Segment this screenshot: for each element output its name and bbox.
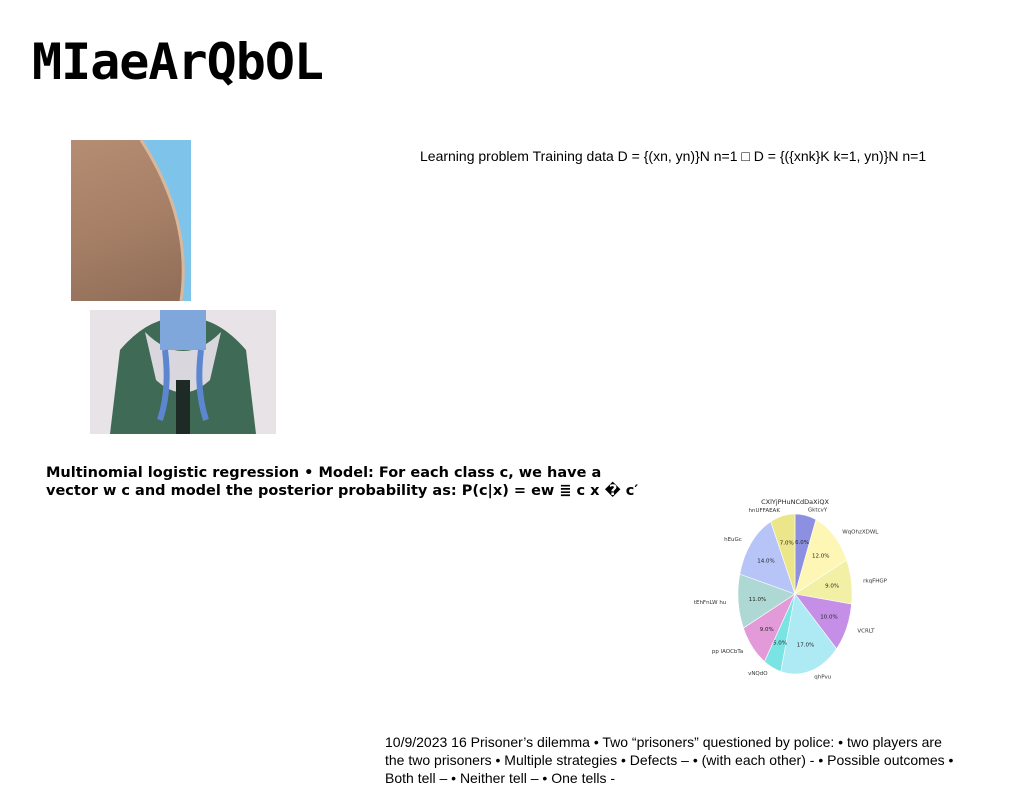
- pie-category-label: hEuGc: [724, 537, 742, 543]
- pie-category-label: qhPvu: [814, 675, 831, 681]
- pie-chart: CXlYjPHuNCdDaXiQX 6.0% GktcvY 12.0% WqOhzXDW…: [690, 494, 890, 684]
- pie-category-label: pp lAOCbTa: [712, 649, 743, 655]
- pie-category-label: hnUFFAEAK: [749, 508, 781, 514]
- pie-category-label: VCRLT: [857, 629, 875, 635]
- pie-pct-label: 12.0%: [812, 554, 829, 560]
- pie-pct-label: 11.0%: [749, 597, 766, 603]
- pie-pct-label: 6.0%: [795, 540, 809, 546]
- slide-title: MIaeArQbOL: [32, 33, 324, 91]
- pie-pct-label: 17.0%: [797, 643, 814, 649]
- pie-category-label: WqOhzXDWL: [842, 529, 879, 535]
- pie-category-label: rkqFHGP: [863, 579, 887, 585]
- photo-wall-art: [139, 140, 191, 301]
- photo-building-wall: [71, 140, 191, 301]
- training-data-text: Learning problem Training data D = {(xn,…: [420, 148, 927, 164]
- logistic-regression-text: Multinomial logistic regression • Model:…: [46, 465, 639, 499]
- prisoners-dilemma-text: 10/9/2023 16 Prisoner’s dilemma • Two “p…: [385, 734, 954, 786]
- pie-pct-label: 9.0%: [760, 627, 774, 633]
- pie-title: CXlYjPHuNCdDaXiQX: [761, 498, 829, 506]
- pie-pct-label: 7.0%: [780, 540, 794, 546]
- photo-person-art: [90, 310, 276, 434]
- pie-pct-label: 10.0%: [820, 614, 837, 620]
- pie-category-label: tEhFnLW hu: [694, 600, 726, 606]
- pie-pct-label: 5.0%: [773, 640, 787, 646]
- pie-pct-label: 14.0%: [757, 558, 774, 564]
- pie-pct-label: 9.0%: [825, 584, 839, 590]
- photo-person-jacket: [90, 310, 276, 434]
- pie-category-label: GktcvY: [808, 508, 828, 514]
- pie-category-label: vNQdO: [748, 671, 768, 677]
